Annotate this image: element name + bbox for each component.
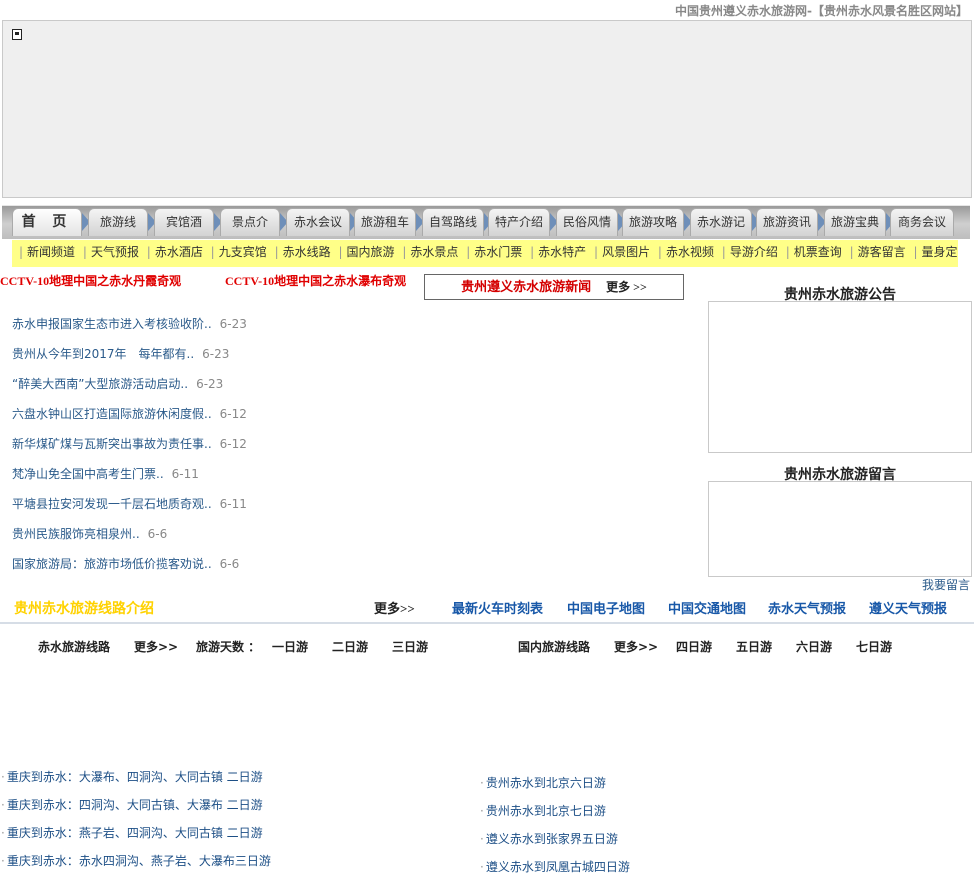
route-link[interactable]: 重庆到赤水：赤水四洞沟、燕子岩、大瀑布三日游 bbox=[7, 854, 271, 868]
route-link[interactable]: 遵义赤水到凤凰古城四日游 bbox=[486, 860, 630, 874]
bullet-icon: · bbox=[1, 854, 5, 868]
chishui-route-list: · 重庆到赤水：大瀑布、四洞沟、大同古镇 二日游 · 重庆到赤水：四洞沟、大同古镇、… bbox=[0, 0, 974, 885]
list-item[interactable]: · 重庆到赤水：赤水四洞沟、燕子岩、大瀑布三日游 bbox=[1, 852, 271, 869]
bullet-icon: · bbox=[480, 832, 484, 846]
list-item[interactable]: · 重庆到赤水：燕子岩、四洞沟、大同古镇 二日游 bbox=[1, 824, 263, 841]
list-item[interactable]: · 遵义赤水到凤凰古城四日游 bbox=[480, 858, 630, 875]
bullet-icon: · bbox=[480, 804, 484, 818]
list-item[interactable]: · 遵义赤水到张家界五日游 bbox=[480, 830, 618, 847]
route-link[interactable]: 贵州赤水到北京六日游 bbox=[486, 776, 606, 790]
route-link[interactable]: 重庆到赤水：四洞沟、大同古镇、大瀑布 二日游 bbox=[7, 798, 263, 812]
route-link[interactable]: 重庆到赤水：大瀑布、四洞沟、大同古镇 二日游 bbox=[7, 770, 263, 784]
bullet-icon: · bbox=[480, 776, 484, 790]
bullet-icon: · bbox=[1, 770, 5, 784]
list-item[interactable]: · 重庆到赤水：四洞沟、大同古镇、大瀑布 二日游 bbox=[1, 796, 263, 813]
route-link[interactable]: 重庆到赤水：燕子岩、四洞沟、大同古镇 二日游 bbox=[7, 826, 263, 840]
bullet-icon: · bbox=[1, 798, 5, 812]
route-link[interactable]: 贵州赤水到北京七日游 bbox=[486, 804, 606, 818]
list-item[interactable]: · 重庆到赤水：大瀑布、四洞沟、大同古镇 二日游 bbox=[1, 768, 263, 785]
bullet-icon: · bbox=[480, 860, 484, 874]
list-item[interactable]: · 贵州赤水到北京六日游 bbox=[480, 774, 606, 791]
route-link[interactable]: 遵义赤水到张家界五日游 bbox=[486, 832, 618, 846]
list-item[interactable]: · 贵州赤水到北京七日游 bbox=[480, 802, 606, 819]
bullet-icon: · bbox=[1, 826, 5, 840]
